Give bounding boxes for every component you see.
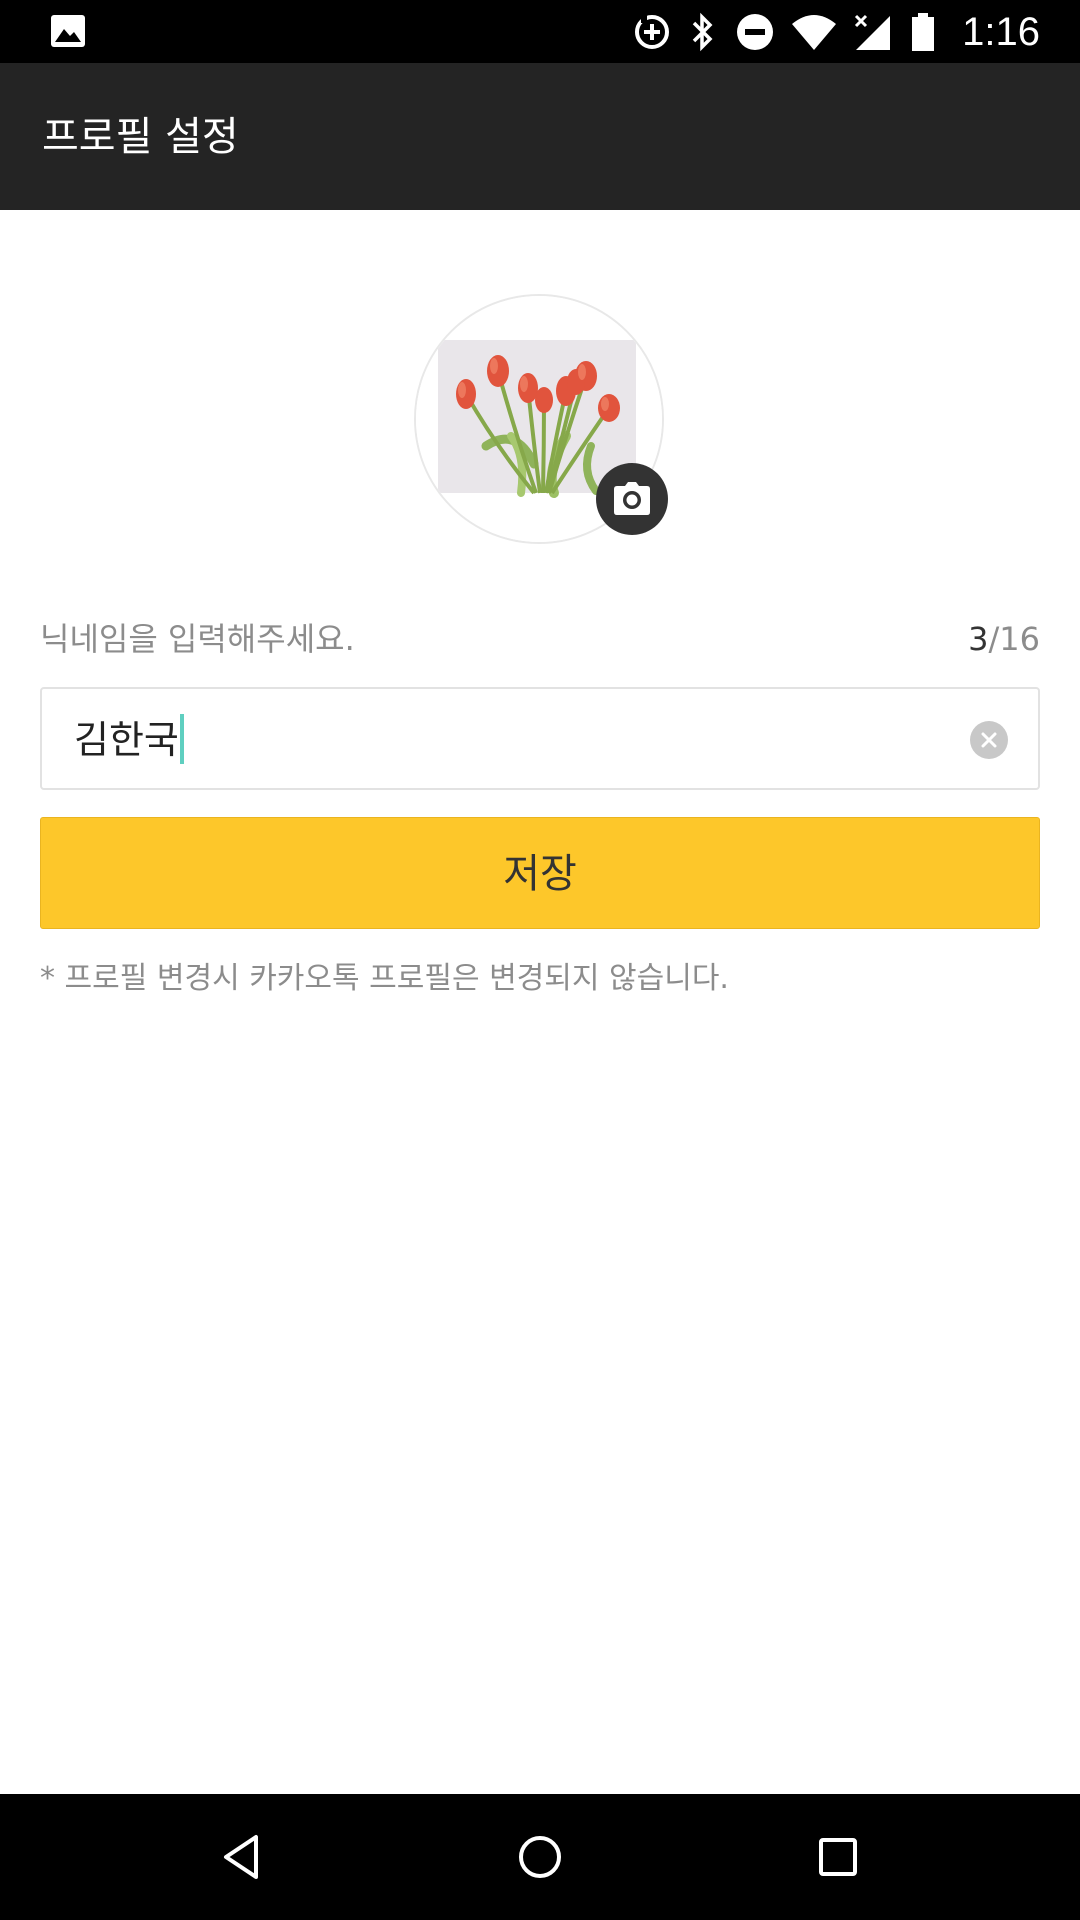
profile-notice: * 프로필 변경시 카카오톡 프로필은 변경되지 않습니다.: [40, 961, 729, 996]
nickname-label: 닉네임을 입력해주세요.: [40, 620, 355, 658]
change-photo-button[interactable]: [596, 463, 668, 535]
nickname-input-value-wrap[interactable]: 김한국: [74, 714, 184, 766]
gallery-icon: [51, 15, 85, 47]
nickname-input-value[interactable]: 김한국: [74, 718, 179, 762]
bluetooth-icon: [692, 12, 713, 52]
status-time: 1:16: [962, 10, 1040, 54]
wifi-icon: [792, 15, 836, 50]
do-not-disturb-icon: [737, 14, 773, 50]
screen: 1:16 프로필 설정 닉네임을 입력해주세요. 3/16 김한국 저장 * 프…: [0, 0, 1080, 1920]
clear-input-button[interactable]: [970, 721, 1008, 759]
app-bar: 프로필 설정: [0, 63, 1080, 210]
char-counter: 3/16: [968, 617, 1040, 661]
status-bar: 1:16: [0, 0, 1080, 63]
back-icon[interactable]: [212, 1827, 272, 1887]
char-count-max: /16: [988, 620, 1041, 658]
battery-icon: [912, 13, 934, 51]
navigation-bar: [0, 1794, 1080, 1920]
cellular-no-data-icon: [854, 14, 890, 50]
camera-icon: [614, 482, 650, 515]
char-count-current: 3: [968, 620, 989, 658]
save-button[interactable]: 저장: [40, 817, 1040, 929]
page-title: 프로필 설정: [42, 114, 239, 160]
text-cursor: [179, 714, 184, 764]
data-saver-icon: [635, 15, 669, 49]
recents-icon[interactable]: [808, 1827, 868, 1887]
clear-icon: [981, 732, 997, 748]
home-icon[interactable]: [510, 1827, 570, 1887]
nickname-input[interactable]: 김한국: [40, 687, 1040, 790]
